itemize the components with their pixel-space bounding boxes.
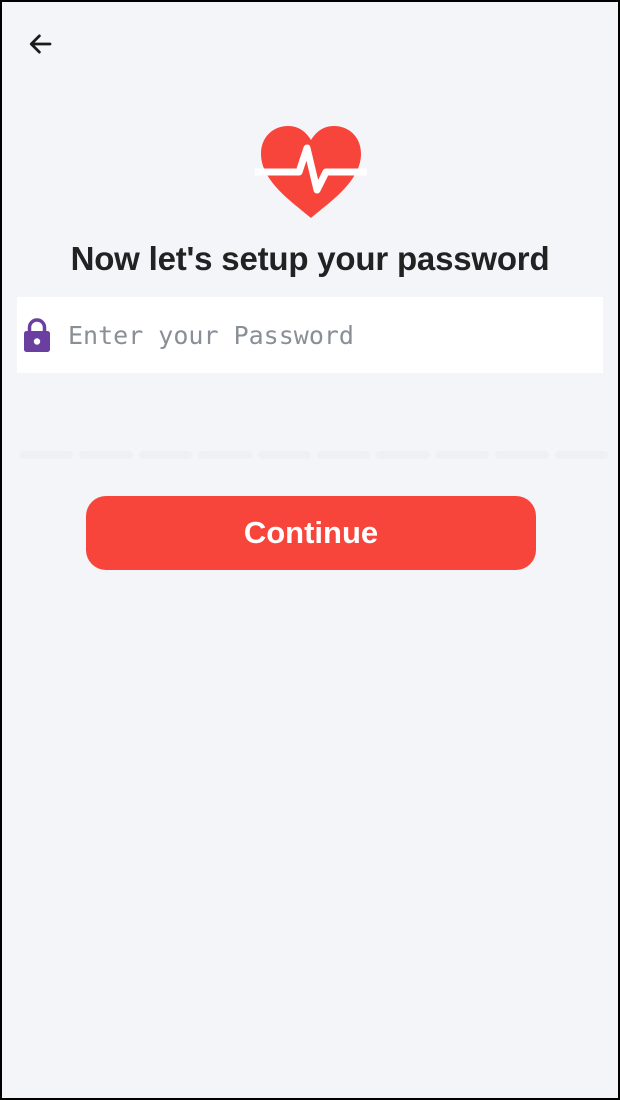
password-input[interactable]: [66, 304, 603, 366]
back-button[interactable]: [20, 24, 60, 64]
strength-segment: [495, 451, 549, 459]
strength-segment: [79, 451, 133, 459]
heart-pulse-icon: [255, 126, 367, 218]
strength-segment: [257, 451, 312, 459]
strength-segment: [376, 451, 430, 459]
arrow-left-icon: [29, 34, 52, 54]
password-field: [17, 297, 603, 373]
strength-segment: [198, 451, 252, 459]
strength-segment: [435, 451, 490, 459]
strength-segment: [317, 451, 371, 459]
strength-segment: [20, 451, 74, 459]
password-strength-meter: [20, 451, 609, 459]
continue-button[interactable]: Continue: [86, 496, 536, 570]
password-setup-screen: Now let's setup your password Continue: [0, 0, 620, 1100]
page-title: Now let's setup your password: [70, 240, 550, 277]
strength-segment: [138, 451, 193, 459]
lock-icon: [20, 315, 54, 355]
strength-segment: [554, 451, 609, 459]
